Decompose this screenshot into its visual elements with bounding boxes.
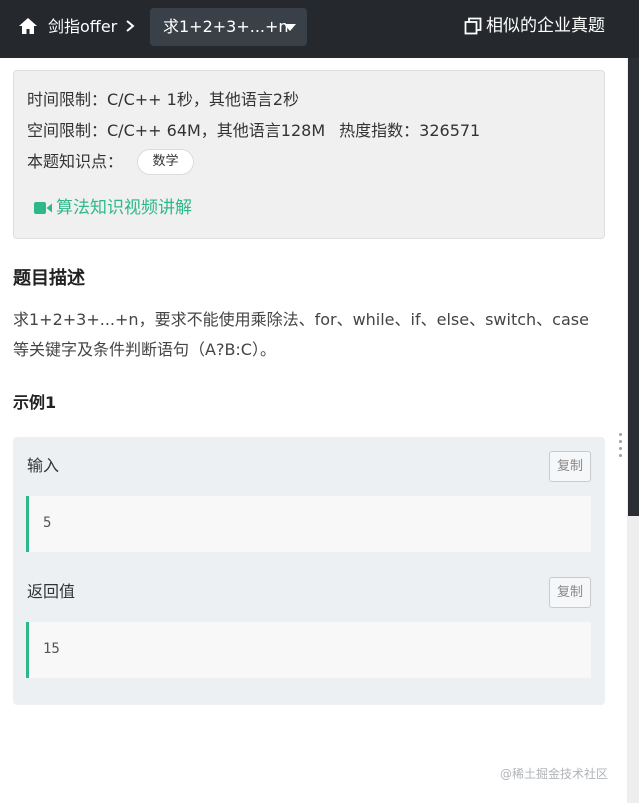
input-code-block: 5	[26, 496, 591, 552]
output-label: 返回值	[27, 582, 76, 601]
space-limit: 空间限制：C/C++ 64M，其他语言128M	[27, 121, 326, 140]
knowledge-label: 本题知识点：	[27, 152, 124, 171]
problem-info-panel: 时间限制：C/C++ 1秒，其他语言2秒 空间限制：C/C++ 64M，其他语言…	[13, 70, 605, 239]
example-title: 示例1	[13, 393, 57, 412]
output-value: 15	[43, 641, 60, 657]
description-line-2: 等关键字及条件判断语句（A?B:C）。	[13, 340, 276, 359]
problem-selector-label: 求1+2+3+...+n	[163, 17, 289, 36]
output-code-block: 15	[26, 622, 591, 678]
top-nav-bar: 剑指offer 求1+2+3+...+n 相似的企业真题	[0, 0, 639, 58]
caret-down-icon	[284, 24, 296, 31]
similar-questions-link[interactable]: 相似的企业真题	[486, 16, 605, 36]
input-label: 输入	[27, 456, 60, 475]
copy-input-button[interactable]: 复制	[549, 451, 591, 482]
problem-selector-dropdown[interactable]: 求1+2+3+...+n	[150, 8, 307, 46]
watermark: @稀土掘金技术社区	[500, 767, 609, 781]
scrollbar-thumb[interactable]	[628, 58, 639, 516]
description-line-1: 求1+2+3+...+n，要求不能使用乘除法、for、while、if、else…	[13, 310, 589, 329]
description-title: 题目描述	[13, 268, 85, 289]
input-value: 5	[43, 515, 52, 531]
space-limit-row: 空间限制：C/C++ 64M，其他语言128M 热度指数：326571	[27, 121, 480, 141]
home-icon[interactable]	[18, 17, 38, 35]
time-limit: 时间限制：C/C++ 1秒，其他语言2秒	[27, 90, 299, 109]
heat-index: 热度指数：326571	[339, 121, 481, 140]
chevron-right-icon	[126, 20, 135, 32]
algorithm-video-link[interactable]: 算法知识视频讲解	[56, 198, 192, 218]
copy-output-button[interactable]: 复制	[549, 577, 591, 608]
copy-squares-icon	[464, 17, 482, 35]
panel-resize-handle[interactable]	[619, 433, 623, 459]
knowledge-tag-math[interactable]: 数学	[137, 149, 194, 175]
example-panel: 输入 复制 5 返回值 复制 15	[13, 437, 605, 705]
video-camera-icon	[34, 202, 52, 214]
breadcrumb-jianzhi-offer[interactable]: 剑指offer	[48, 17, 117, 37]
